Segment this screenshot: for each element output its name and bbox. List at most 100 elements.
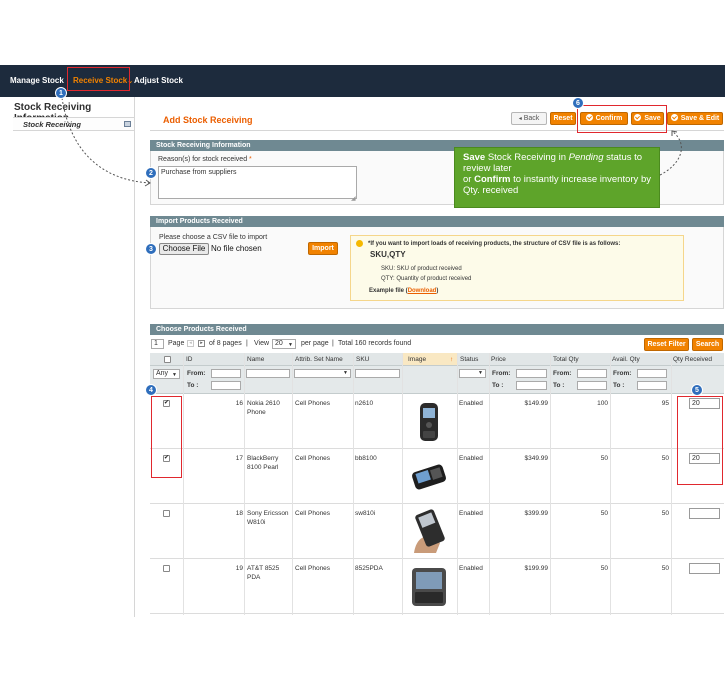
form-icon bbox=[124, 121, 131, 127]
col-status[interactable]: Status bbox=[460, 356, 478, 363]
product-image bbox=[406, 564, 452, 610]
required-mark: * bbox=[249, 156, 252, 163]
chevron-down-icon: ▼ bbox=[343, 370, 348, 376]
cell-sku: n2610 bbox=[355, 400, 374, 407]
annotation-box-qty bbox=[677, 396, 723, 485]
col-image[interactable]: Image bbox=[408, 356, 426, 363]
annotation-bubble-4: 4 bbox=[145, 384, 157, 396]
avail-to-input[interactable] bbox=[637, 381, 667, 390]
download-link[interactable]: Download bbox=[408, 288, 437, 294]
sku-filter-input[interactable] bbox=[355, 369, 400, 378]
qty-received-input[interactable] bbox=[689, 508, 720, 519]
cell-attrib-set: Cell Phones bbox=[295, 400, 331, 407]
col-avail-qty[interactable]: Avail. Qty bbox=[612, 356, 640, 363]
annotation-box-receive-stock bbox=[67, 67, 130, 91]
next-page-icon[interactable]: ▸ bbox=[198, 340, 205, 347]
cell-sku: 8525PDA bbox=[355, 565, 383, 572]
id-to-input[interactable] bbox=[211, 381, 241, 390]
col-price[interactable]: Price bbox=[491, 356, 506, 363]
callout-pending: Pending bbox=[568, 152, 604, 163]
callout-save-word: Save bbox=[463, 152, 486, 163]
grid-pager: 1 Page ◂ ▸ of 8 pages | View 20 ▼ per pag… bbox=[150, 337, 724, 351]
col-separator bbox=[610, 353, 611, 615]
price-from-input[interactable] bbox=[516, 369, 547, 378]
save-and-edit-button[interactable]: Save & Edit bbox=[667, 112, 723, 125]
table-row[interactable]: 16 Nokia 2610 Phone Cell Phones n2610 Enable… bbox=[150, 395, 724, 449]
cell-price: $399.99 bbox=[524, 510, 549, 517]
total-to-input[interactable] bbox=[577, 381, 607, 390]
cell-price: $199.99 bbox=[524, 565, 549, 572]
annotation-bubble-6: 6 bbox=[572, 97, 584, 109]
total-to-label: To : bbox=[553, 382, 565, 389]
avail-to-label: To : bbox=[613, 382, 625, 389]
table-row[interactable]: 19 AT&T 8525 PDA Cell Phones 8525PDA Enabled… bbox=[150, 560, 724, 614]
cell-price: $349.99 bbox=[524, 455, 549, 462]
col-separator bbox=[489, 353, 490, 615]
col-separator bbox=[183, 353, 184, 615]
no-file-label: No file chosen bbox=[211, 244, 262, 253]
col-separator bbox=[353, 353, 354, 615]
product-image bbox=[406, 399, 452, 445]
reset-filter-button[interactable]: Reset Filter bbox=[644, 338, 689, 351]
col-name[interactable]: Name bbox=[247, 356, 264, 363]
total-from-input[interactable] bbox=[577, 369, 607, 378]
prev-page-icon[interactable]: ◂ bbox=[187, 340, 194, 347]
name-filter-input[interactable] bbox=[246, 369, 290, 378]
cell-status: Enabled bbox=[459, 400, 483, 407]
annotation-bubble-1: 1 bbox=[55, 87, 67, 99]
choose-file-button[interactable]: Choose File bbox=[159, 243, 209, 255]
row-checkbox[interactable] bbox=[163, 565, 170, 572]
reason-label-text: Reason(s) for stock received bbox=[158, 156, 248, 163]
sort-icon[interactable]: ↑ bbox=[450, 356, 453, 363]
search-button[interactable]: Search bbox=[692, 338, 723, 351]
status-filter-select[interactable]: ▼ bbox=[459, 369, 486, 378]
product-image bbox=[406, 509, 452, 555]
col-id[interactable]: ID bbox=[186, 356, 193, 363]
sidebar: Stock Receiving Information Stock Receiv… bbox=[0, 97, 135, 617]
checkbox-filter-select[interactable]: Any ▼ bbox=[153, 369, 180, 379]
price-to-input[interactable] bbox=[516, 381, 547, 390]
avail-from-input[interactable] bbox=[637, 369, 667, 378]
cell-name: BlackBerry 8100 Pearl bbox=[247, 455, 279, 471]
annotation-box-checkboxes bbox=[151, 396, 182, 478]
sidebar-item-stock-receiving[interactable]: Stock Receiving bbox=[13, 117, 134, 131]
page-input[interactable]: 1 bbox=[151, 339, 164, 349]
cell-id: 19 bbox=[235, 565, 243, 572]
col-total-qty[interactable]: Total Qty bbox=[553, 356, 579, 363]
col-separator bbox=[292, 353, 293, 615]
cell-avail-qty: 50 bbox=[661, 565, 669, 572]
select-all-checkbox[interactable] bbox=[164, 356, 171, 363]
col-attrib-set[interactable]: Attrib. Set Name bbox=[295, 356, 343, 363]
nav-adjust-stock[interactable]: Adjust Stock bbox=[134, 65, 183, 97]
table-row[interactable]: 18 Sony Ericsson W810i Cell Phones sw810i En… bbox=[150, 505, 724, 559]
cell-attrib-set: Cell Phones bbox=[295, 565, 331, 572]
reset-button[interactable]: Reset bbox=[550, 112, 576, 125]
col-sku[interactable]: SKU bbox=[356, 356, 369, 363]
filter-any: Any bbox=[156, 370, 169, 377]
id-from-input[interactable] bbox=[211, 369, 241, 378]
attrib-set-filter-select[interactable]: ▼ bbox=[294, 369, 351, 378]
total-from-label: From: bbox=[553, 370, 572, 377]
cell-id: 17 bbox=[235, 455, 243, 462]
reason-textarea[interactable]: Purchase from suppliers bbox=[158, 166, 357, 199]
price-from-label: From: bbox=[492, 370, 511, 377]
example-suffix: ) bbox=[436, 288, 439, 294]
per-page-value: 20 bbox=[275, 340, 283, 347]
per-page-select[interactable]: 20 ▼ bbox=[272, 339, 296, 349]
import-button[interactable]: Import bbox=[308, 242, 338, 255]
col-separator bbox=[402, 353, 403, 615]
back-label: Back bbox=[523, 115, 540, 122]
resize-handle-icon[interactable]: ◢ bbox=[351, 195, 356, 202]
import-note-struct: SKU,QTY bbox=[370, 250, 406, 259]
qty-received-input[interactable] bbox=[689, 563, 720, 574]
sidebar-item-label: Stock Receiving bbox=[23, 120, 81, 129]
row-checkbox[interactable] bbox=[163, 510, 170, 517]
cell-name: Sony Ericsson W810i bbox=[247, 510, 289, 526]
back-button[interactable]: ◂ Back bbox=[511, 112, 547, 125]
col-qty-received[interactable]: Qty Received bbox=[673, 356, 712, 363]
annotation-bubble-3: 3 bbox=[145, 243, 157, 255]
table-row[interactable]: 17 BlackBerry 8100 Pearl Cell Phones bb8100… bbox=[150, 450, 724, 504]
cell-id: 16 bbox=[235, 400, 243, 407]
grid-filter-row: Any ▼ From: To : ▼ ▼ From: To : From: To … bbox=[150, 366, 724, 394]
of-pages-label: of 8 pages bbox=[209, 340, 242, 347]
